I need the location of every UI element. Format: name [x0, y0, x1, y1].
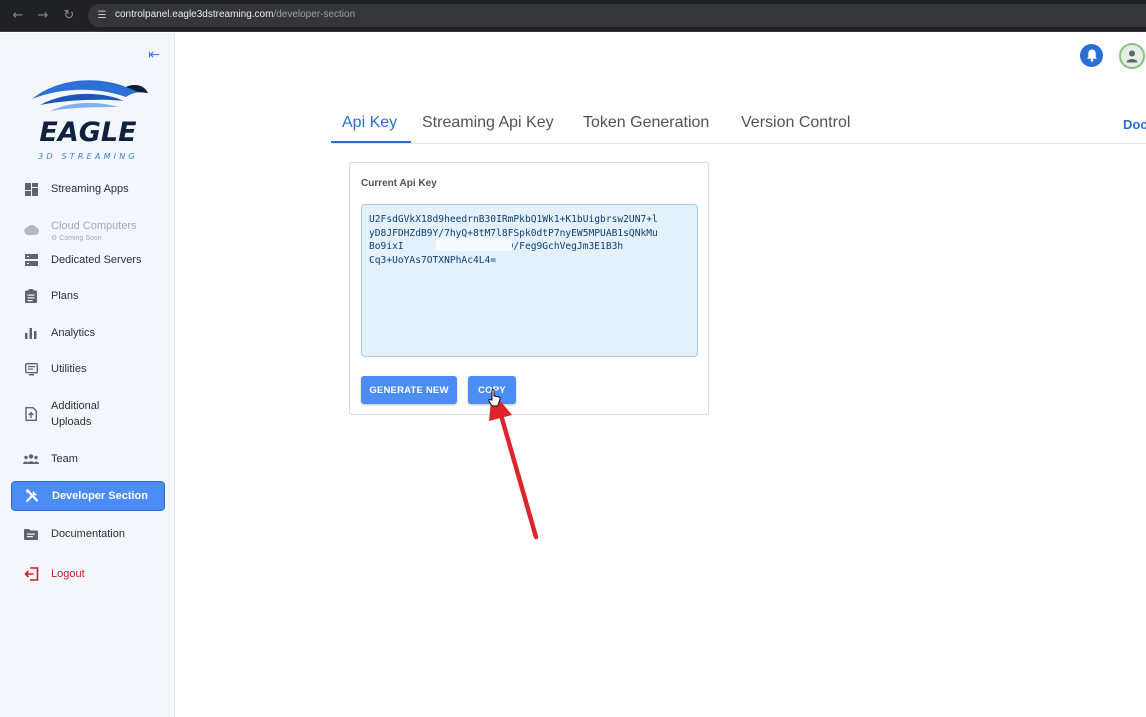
sidebar-item-documentation[interactable]: Documentation [11, 525, 165, 543]
reload-icon[interactable]: ↻ [60, 7, 78, 25]
api-key-line: Bo9ixI CSNxiQED/Feg9GchVegJm3E1B3h [369, 241, 624, 253]
tab-api-key[interactable]: Api Key [342, 114, 397, 132]
api-key-field[interactable]: U2FsdGVkX18d9heedrnB30IRmPkbQ1Wk1+K1bUig… [361, 204, 698, 357]
folder-icon [11, 528, 51, 540]
redacted-area [436, 238, 512, 251]
tab-version-control[interactable]: Version Control [741, 114, 850, 132]
sidebar-item-cloud-computers: Cloud Computers ⚙ Coming Soon [11, 216, 165, 242]
back-icon[interactable]: ← [9, 7, 27, 25]
card-title: Current Api Key [361, 178, 437, 189]
sidebar-item-label: Documentation [51, 528, 125, 540]
sidebar-item-label: Logout [51, 568, 85, 580]
sidebar-item-label: Dedicated Servers [51, 254, 142, 266]
sidebar-item-logout[interactable]: Logout [11, 565, 165, 583]
sidebar-item-utilities[interactable]: Utilities [11, 360, 165, 378]
notifications-bell-icon[interactable] [1080, 44, 1103, 67]
sidebar-item-label: Additional [51, 400, 100, 412]
sidebar-item-dedicated-servers[interactable]: Dedicated Servers [11, 251, 165, 269]
active-tab-indicator [331, 141, 411, 143]
sidebar-item-streaming-apps[interactable]: Streaming Apps [11, 180, 165, 198]
sidebar-item-label: Streaming Apps [51, 183, 129, 195]
api-key-line: Cq3+UoYAs7OTXNPhAc4L4= [369, 254, 497, 266]
dashboard-icon [11, 182, 51, 196]
tab-token-generation[interactable]: Token Generation [583, 114, 709, 132]
eagle-logo: EAGLE 3D STREAMING [32, 80, 148, 161]
coming-soon-text: Coming Soon [59, 234, 102, 242]
user-icon [1126, 50, 1138, 63]
site-settings-icon[interactable]: ☰ [94, 8, 110, 23]
sidebar-item-team[interactable]: Team [11, 450, 165, 468]
sidebar-item-label: Cloud Computers [51, 219, 137, 232]
mouse-pointer-icon [488, 389, 501, 407]
tab-streaming-api-key[interactable]: Streaming Api Key [422, 114, 554, 132]
sidebar-item-label: Developer Section [52, 490, 148, 502]
browser-toolbar: ← → ↻ ☰ controlpanel.eagle3dstreaming.co… [0, 0, 1146, 32]
sidebar-item-label: Utilities [51, 363, 87, 375]
annotation-arrow [489, 391, 539, 540]
collapse-sidebar-icon[interactable]: ⇤ [146, 47, 162, 63]
user-avatar[interactable] [1119, 43, 1145, 69]
sidebar-item-label-line2: Uploads [51, 416, 92, 428]
sidebar-item-additional-uploads[interactable]: Additional Uploads [11, 397, 165, 431]
url-text[interactable]: controlpanel.eagle3dstreaming.com/develo… [115, 9, 355, 20]
api-key-line: yD8JFDHZdB9Y/7hyQ+8tM7l8FSpk0dtP7nyEW5MP… [369, 227, 658, 239]
generate-new-button[interactable]: GENERATE NEW [361, 376, 457, 404]
address-bar[interactable]: ☰ controlpanel.eagle3dstreaming.com/deve… [88, 4, 1146, 27]
coming-soon-label: ⚙ Coming Soon [51, 234, 102, 242]
documentation-link[interactable]: Doc [1123, 117, 1146, 132]
sidebar-item-plans[interactable]: Plans [11, 287, 165, 305]
forward-icon[interactable]: → [34, 7, 52, 25]
tabs-divider [331, 143, 1146, 144]
team-icon [11, 454, 51, 464]
monitor-icon [11, 362, 51, 376]
sidebar-item-label: Plans [51, 290, 79, 302]
logout-icon [11, 567, 51, 581]
bar-chart-icon [11, 327, 51, 339]
url-host: controlpanel.eagle3dstreaming.com [115, 9, 274, 20]
sidebar: ⇤ EAGLE 3D STREAMING Streaming Apps Clou… [0, 33, 175, 717]
api-key-card: Current Api Key U2FsdGVkX18d9heedrnB30IR… [349, 162, 709, 415]
api-key-value: U2FsdGVkX18d9heedrnB30IRmPkbQ1Wk1+K1bUig… [369, 213, 689, 267]
sidebar-item-label: Analytics [51, 327, 96, 339]
sidebar-item-developer-section[interactable]: Developer Section [11, 481, 165, 511]
logo-wordmark: EAGLE [39, 117, 137, 148]
cloud-icon [11, 224, 51, 235]
logo-tagline: 3D STREAMING [38, 152, 138, 161]
sidebar-item-label: Team [51, 453, 78, 465]
server-icon [11, 254, 51, 266]
upload-file-icon [11, 407, 51, 421]
tools-icon [12, 489, 52, 503]
api-key-line: U2FsdGVkX18d9heedrnB30IRmPkbQ1Wk1+K1bUig… [369, 214, 658, 225]
sidebar-item-analytics[interactable]: Analytics [11, 324, 165, 342]
url-path: /developer-section [273, 9, 356, 20]
clipboard-icon [11, 289, 51, 303]
